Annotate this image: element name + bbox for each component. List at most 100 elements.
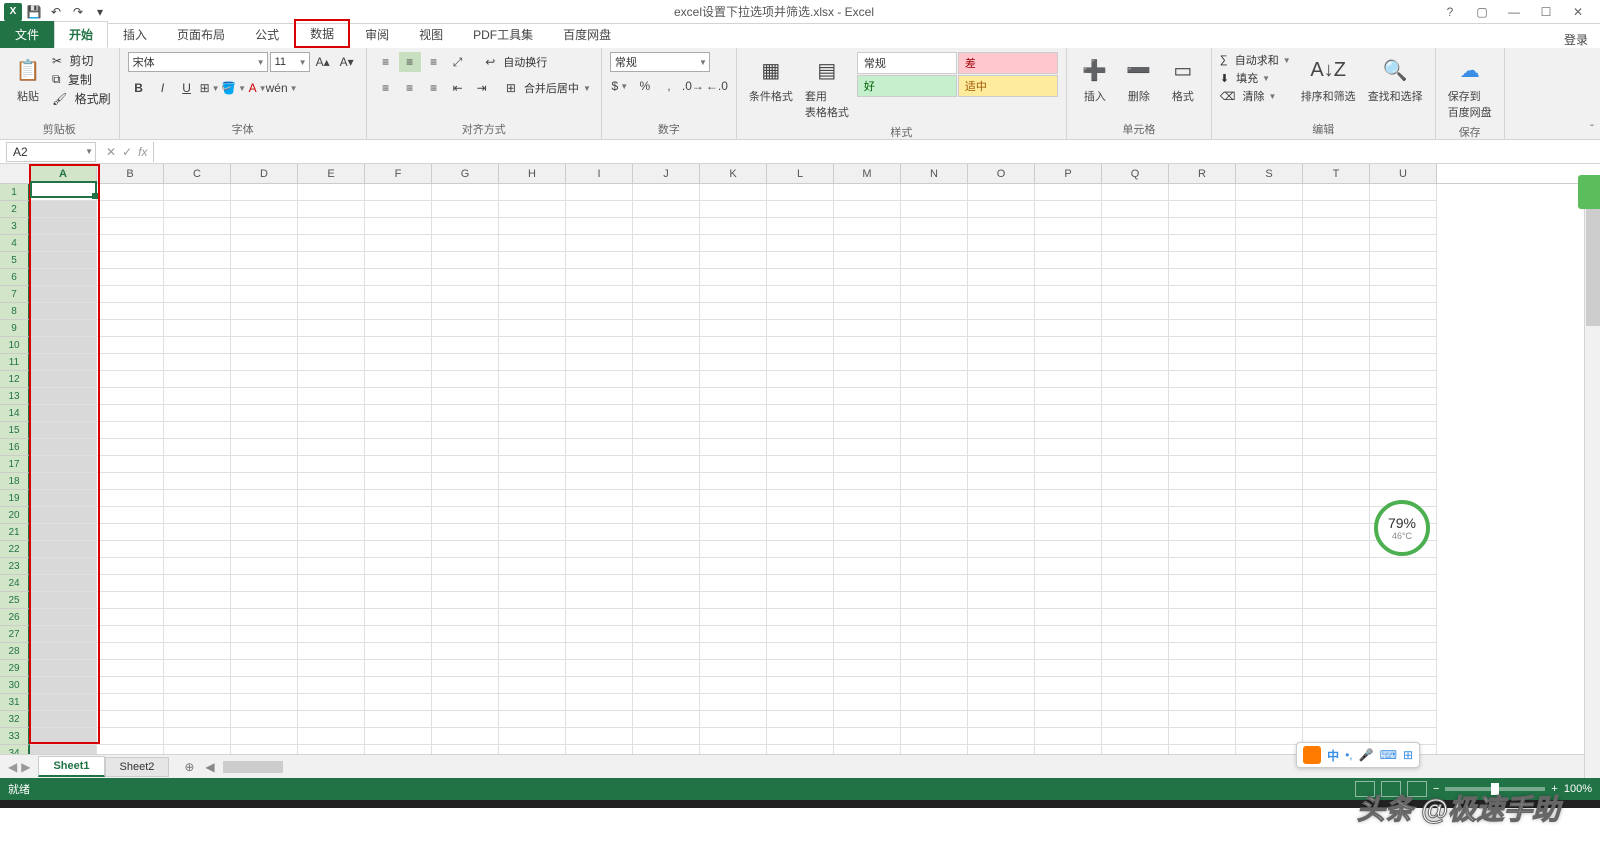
cell[interactable]: [566, 609, 633, 626]
cell[interactable]: [164, 558, 231, 575]
cell[interactable]: [30, 677, 97, 694]
cell[interactable]: [767, 456, 834, 473]
cell[interactable]: [499, 626, 566, 643]
cell[interactable]: [97, 728, 164, 745]
cell[interactable]: [901, 694, 968, 711]
col-header-A[interactable]: A: [30, 164, 97, 183]
cell[interactable]: [97, 235, 164, 252]
align-left-icon[interactable]: ≡: [375, 78, 397, 98]
cell[interactable]: [164, 422, 231, 439]
col-header-D[interactable]: D: [231, 164, 298, 183]
cell[interactable]: [1169, 371, 1236, 388]
cell[interactable]: [1035, 728, 1102, 745]
cell[interactable]: [1169, 235, 1236, 252]
cell[interactable]: [97, 711, 164, 728]
cell[interactable]: [365, 541, 432, 558]
cell[interactable]: [1236, 507, 1303, 524]
style-normal[interactable]: 常规: [857, 52, 957, 74]
cell[interactable]: [566, 728, 633, 745]
cell[interactable]: [901, 286, 968, 303]
cell[interactable]: [1169, 490, 1236, 507]
cell[interactable]: [1035, 405, 1102, 422]
cell[interactable]: [432, 422, 499, 439]
cell[interactable]: [298, 490, 365, 507]
cell[interactable]: [700, 711, 767, 728]
cell[interactable]: [231, 711, 298, 728]
cell[interactable]: [365, 626, 432, 643]
cell[interactable]: [968, 711, 1035, 728]
cell[interactable]: [767, 320, 834, 337]
cell[interactable]: [1370, 184, 1437, 201]
cell[interactable]: [1236, 643, 1303, 660]
cell[interactable]: [298, 269, 365, 286]
cell[interactable]: [633, 507, 700, 524]
zoom-value[interactable]: 100%: [1564, 783, 1592, 795]
cell[interactable]: [365, 575, 432, 592]
paste-button[interactable]: 📋 粘贴: [8, 52, 48, 106]
font-size-select[interactable]: 11▼: [270, 52, 310, 72]
cell[interactable]: [298, 320, 365, 337]
cell[interactable]: [566, 235, 633, 252]
cell[interactable]: [1035, 303, 1102, 320]
next-sheet-icon[interactable]: ▶: [21, 760, 30, 774]
cell[interactable]: [901, 745, 968, 754]
cell[interactable]: [231, 473, 298, 490]
cell[interactable]: [97, 473, 164, 490]
row-header-9[interactable]: 9: [0, 320, 30, 337]
cell[interactable]: [97, 524, 164, 541]
cell[interactable]: [30, 626, 97, 643]
cell[interactable]: [231, 694, 298, 711]
fx-icon[interactable]: fx: [138, 145, 147, 159]
cell[interactable]: [30, 473, 97, 490]
col-header-B[interactable]: B: [97, 164, 164, 183]
cell[interactable]: [901, 184, 968, 201]
cell[interactable]: [1102, 643, 1169, 660]
cell[interactable]: [1169, 269, 1236, 286]
cell[interactable]: [365, 235, 432, 252]
merge-center-button[interactable]: 合并后居中: [524, 80, 579, 96]
cell[interactable]: [1303, 558, 1370, 575]
cell[interactable]: [1303, 422, 1370, 439]
cell[interactable]: [97, 320, 164, 337]
cell[interactable]: [1303, 643, 1370, 660]
cell[interactable]: [365, 456, 432, 473]
row-header-21[interactable]: 21: [0, 524, 30, 541]
cell[interactable]: [901, 609, 968, 626]
cell[interactable]: [633, 320, 700, 337]
sheet-tab-sheet1[interactable]: Sheet1: [38, 756, 104, 777]
cell[interactable]: [767, 660, 834, 677]
cell[interactable]: [1035, 609, 1102, 626]
clear-button[interactable]: ⌫ 清除▼: [1220, 88, 1293, 104]
cell[interactable]: [97, 439, 164, 456]
cell[interactable]: [432, 524, 499, 541]
currency-icon[interactable]: $▼: [610, 76, 632, 96]
cell[interactable]: [1303, 473, 1370, 490]
cell[interactable]: [298, 745, 365, 754]
cell[interactable]: [298, 388, 365, 405]
cell[interactable]: [633, 235, 700, 252]
cell[interactable]: [968, 660, 1035, 677]
cell[interactable]: [767, 507, 834, 524]
find-select-button[interactable]: 🔍查找和选择: [1364, 52, 1427, 106]
cell[interactable]: [968, 643, 1035, 660]
cell[interactable]: [633, 626, 700, 643]
cell[interactable]: [700, 354, 767, 371]
cell[interactable]: [164, 320, 231, 337]
cell[interactable]: [767, 524, 834, 541]
cell[interactable]: [767, 422, 834, 439]
tab-file[interactable]: 文件: [0, 21, 54, 48]
cell[interactable]: [97, 286, 164, 303]
cell[interactable]: [1370, 235, 1437, 252]
cell[interactable]: [1303, 439, 1370, 456]
cell[interactable]: [1169, 558, 1236, 575]
cell[interactable]: [767, 490, 834, 507]
cell[interactable]: [700, 473, 767, 490]
cell[interactable]: [1236, 745, 1303, 754]
cell[interactable]: [164, 456, 231, 473]
cell[interactable]: [499, 252, 566, 269]
cell[interactable]: [298, 694, 365, 711]
cell[interactable]: [633, 439, 700, 456]
cell[interactable]: [231, 201, 298, 218]
cell[interactable]: [901, 575, 968, 592]
cell[interactable]: [298, 303, 365, 320]
